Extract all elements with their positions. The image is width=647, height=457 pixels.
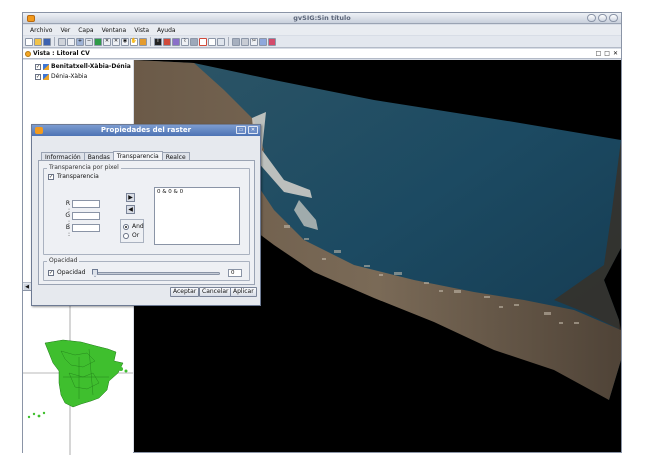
- vista-header: Vista : Litoral CV □ □ ✕: [23, 49, 621, 59]
- dialog-close-button[interactable]: ✕: [248, 126, 258, 134]
- zoom-full-icon[interactable]: [94, 37, 102, 46]
- print-icon[interactable]: [58, 37, 66, 46]
- and-or-radio-group: And Or: [120, 219, 144, 243]
- spain-map-icon: [23, 291, 133, 455]
- add-value-button[interactable]: ▶: [126, 193, 135, 202]
- zoom-out-icon[interactable]: −: [85, 37, 93, 46]
- vista-title: Vista : Litoral CV: [33, 50, 90, 57]
- dialog-minimize-button[interactable]: ▭: [236, 126, 246, 134]
- layout-icon[interactable]: [232, 37, 240, 46]
- b-label: B :: [65, 224, 70, 238]
- layer-label: Dénia-Xàbia: [51, 73, 88, 80]
- locator-map[interactable]: [23, 290, 133, 455]
- pixel-transparency-group: Transparencia por pixel ✓ Transparencia …: [43, 164, 250, 255]
- apply-button[interactable]: Aplicar: [230, 287, 257, 297]
- polygon-icon[interactable]: [208, 37, 216, 46]
- layer-item[interactable]: ✓ Dénia-Xàbia: [35, 73, 87, 80]
- table-icon[interactable]: [190, 37, 198, 46]
- opacity-group: Opacidad ✓ Opacidad 0: [43, 257, 250, 281]
- zoom-prev-icon[interactable]: ✕: [103, 37, 111, 46]
- and-radio[interactable]: [123, 223, 129, 230]
- vista-maximize-button[interactable]: □: [604, 50, 610, 57]
- menu-ventana[interactable]: Ventana: [98, 27, 131, 34]
- area-icon[interactable]: ⌇: [181, 37, 189, 46]
- tool-icon[interactable]: ✂: [250, 37, 258, 46]
- title-bar: gvSIG:Sin título: [23, 13, 621, 24]
- list-item[interactable]: 0 & 0 & 0: [157, 189, 237, 195]
- info-icon[interactable]: i: [154, 37, 162, 46]
- raster-layer-icon: [43, 73, 49, 80]
- raster-layer-icon: [43, 63, 49, 70]
- vista-close-button[interactable]: ✕: [613, 50, 618, 57]
- r-input[interactable]: [72, 200, 100, 208]
- pan-icon[interactable]: ✋: [130, 37, 138, 46]
- b-input[interactable]: [72, 224, 100, 232]
- window-title: gvSIG:Sin título: [293, 14, 351, 22]
- vista-icon: [25, 51, 31, 57]
- dialog-title: Propiedades del raster: [100, 126, 192, 134]
- and-radio-label: And: [132, 223, 144, 230]
- cancel-button[interactable]: Cancelar: [199, 287, 232, 297]
- opacity-slider-thumb[interactable]: [92, 269, 98, 277]
- remove-value-button[interactable]: ◀: [126, 205, 135, 214]
- transparency-values-list[interactable]: 0 & 0 & 0: [154, 187, 240, 245]
- opacity-value-input[interactable]: 0: [228, 269, 242, 277]
- raster-properties-dialog: Propiedades del raster ▭ ✕ Información B…: [31, 124, 261, 306]
- menu-archivo[interactable]: Archivo: [26, 27, 56, 34]
- menu-ayuda[interactable]: Ayuda: [153, 27, 180, 34]
- layer-label: Benitatxell-Xàbia-Dénia: [51, 63, 131, 70]
- view-icon[interactable]: [217, 37, 225, 46]
- rectangle-icon[interactable]: [199, 37, 207, 46]
- zoom-in-icon[interactable]: +: [76, 37, 84, 46]
- layers-icon[interactable]: [139, 37, 147, 46]
- menu-capa[interactable]: Capa: [74, 27, 97, 34]
- transparency-tab-panel: Transparencia por pixel ✓ Transparencia …: [38, 160, 255, 285]
- transparency-checkbox-label: Transparencia: [57, 173, 99, 180]
- g-input[interactable]: [72, 212, 100, 220]
- copy-icon[interactable]: [67, 37, 75, 46]
- new-icon[interactable]: [25, 37, 33, 46]
- zoom-next-icon[interactable]: ✕: [112, 37, 120, 46]
- pdf-icon[interactable]: [268, 37, 276, 46]
- maximize-button[interactable]: [598, 14, 607, 22]
- or-radio-label: Or: [132, 232, 140, 239]
- toolbar: + − ✕ ✕ ◉ ✋ i ⌇ ✂: [23, 36, 621, 48]
- group-label: Transparencia por pixel: [47, 164, 121, 171]
- layer-checkbox[interactable]: ✓: [35, 73, 41, 80]
- close-button[interactable]: [609, 14, 618, 22]
- zoom-select-icon[interactable]: ◉: [121, 37, 129, 46]
- open-icon[interactable]: [34, 37, 42, 46]
- dialog-title-bar: Propiedades del raster ▭ ✕: [32, 125, 260, 136]
- edit-icon[interactable]: [259, 37, 267, 46]
- select-icon[interactable]: [163, 37, 171, 46]
- opacity-checkbox-label: Opacidad: [57, 269, 86, 276]
- measure-icon[interactable]: [172, 37, 180, 46]
- layer-checkbox[interactable]: ✓: [35, 63, 41, 70]
- save-icon[interactable]: [43, 37, 51, 46]
- vista-restore-button[interactable]: □: [596, 50, 602, 57]
- menu-bar: Archivo Ver Capa Ventana Vista Ayuda: [23, 25, 621, 35]
- menu-ver[interactable]: Ver: [56, 27, 74, 34]
- minimize-button[interactable]: [587, 14, 596, 22]
- opacity-checkbox[interactable]: ✓: [48, 269, 54, 276]
- group-label: Opacidad: [47, 257, 80, 264]
- accept-button[interactable]: Aceptar: [170, 287, 200, 297]
- opacity-slider[interactable]: [92, 272, 220, 275]
- raster-icon[interactable]: [241, 37, 249, 46]
- transparency-checkbox[interactable]: ✓: [48, 173, 54, 180]
- layer-item[interactable]: ✓ Benitatxell-Xàbia-Dénia: [35, 63, 131, 70]
- or-radio[interactable]: [123, 232, 129, 239]
- menu-vista[interactable]: Vista: [130, 27, 153, 34]
